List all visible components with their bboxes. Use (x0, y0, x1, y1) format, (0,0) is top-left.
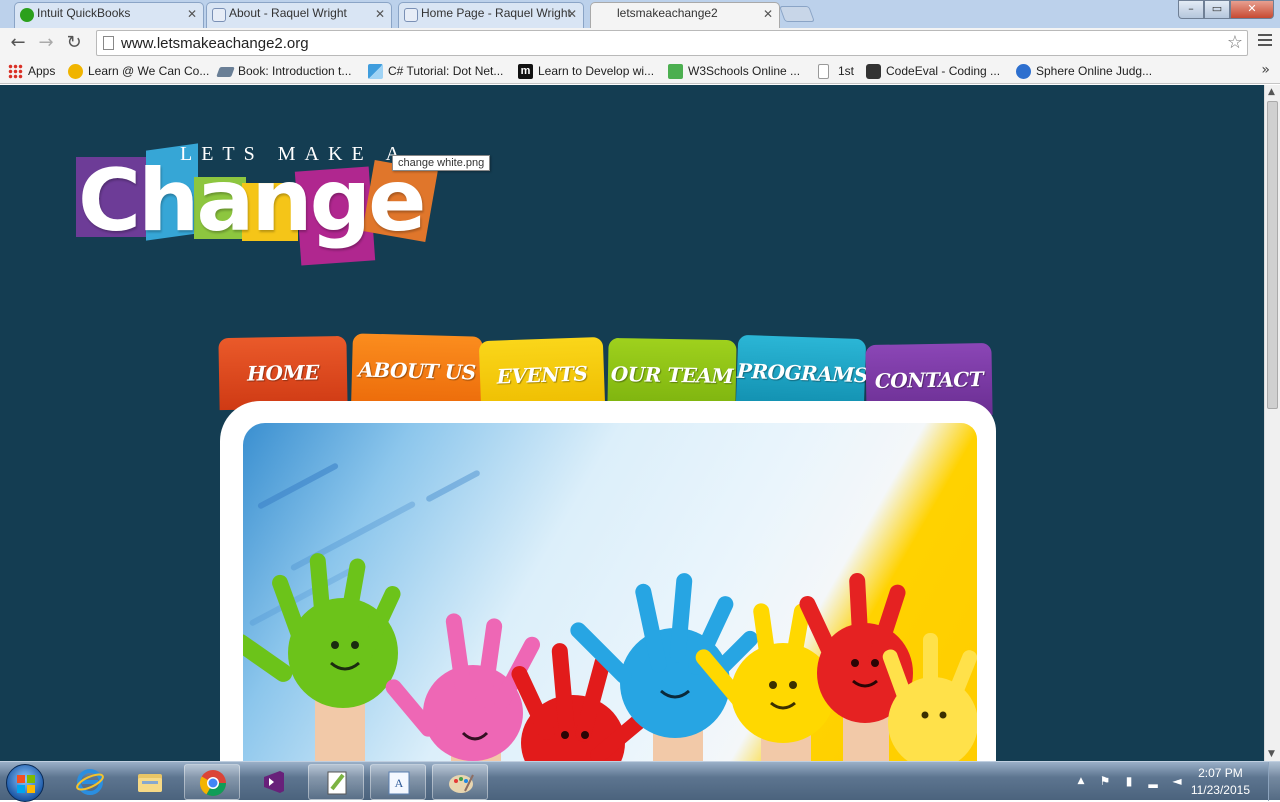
url-text[interactable]: www.letsmakeachange2.org (121, 35, 309, 52)
bookmark-csharp[interactable]: C# Tutorial: Dot Net... (368, 62, 503, 80)
scroll-thumb[interactable] (1267, 101, 1278, 409)
page-icon (103, 36, 114, 50)
bookmarks-bar: Apps Learn @ We Can Co... Book: Introduc… (0, 58, 1280, 84)
taskbar-notepad-plus[interactable] (308, 764, 364, 800)
windows-logo-icon (17, 775, 35, 793)
taskbar-file-explorer[interactable] (122, 764, 178, 800)
paint-icon (449, 774, 474, 793)
taskbar-chrome[interactable] (184, 764, 240, 800)
chrome-icon (199, 770, 227, 797)
banner-image (243, 423, 977, 761)
close-window-button[interactable]: ✕ (1230, 0, 1274, 19)
nav-about-us[interactable]: ABOUT US (351, 333, 483, 409)
bookmark-star-icon[interactable]: ☆ (1227, 32, 1243, 53)
close-tab-icon[interactable]: ✕ (375, 7, 385, 21)
reload-icon[interactable]: ↻ (62, 31, 86, 55)
nav-label: EVENTS (496, 361, 588, 389)
bookmark-w3schools[interactable]: W3Schools Online ... (668, 62, 800, 80)
taskbar-internet-explorer[interactable] (62, 764, 118, 800)
tab-title: About - Raquel Wright (229, 6, 347, 20)
tab-letsmakeachange2[interactable]: letsmakeachange2 ✕ (590, 2, 780, 29)
bookmark-learn-develop[interactable]: m Learn to Develop wi... (518, 62, 654, 80)
power-icon[interactable]: ▮ (1122, 774, 1136, 788)
bookmark-codeeval[interactable]: CodeEval - Coding ... (866, 62, 1000, 80)
nav-label: ABOUT US (358, 357, 476, 385)
action-center-flag-icon[interactable]: ⚑ (1098, 774, 1112, 788)
page-viewport: LETS MAKE A Change change white.png HOME… (0, 85, 1264, 761)
nav-label: HOME (246, 360, 320, 386)
forward-arrow-icon[interactable]: → (34, 31, 58, 55)
w3schools-icon (668, 64, 683, 79)
sphere-icon (1016, 64, 1031, 79)
taskbar-paint[interactable] (432, 764, 488, 800)
windows-taskbar: A ▲ ⚑ ▮ ▂ ◄ 2:07 PM 11/23/2015 (0, 761, 1280, 802)
notepad-plus-icon (327, 771, 347, 795)
bookmarks-more-button[interactable]: » (1261, 62, 1270, 78)
tab-quickbooks[interactable]: Intuit QuickBooks ✕ (14, 2, 204, 28)
bookmark-sphere[interactable]: Sphere Online Judg... (1016, 62, 1152, 80)
visual-studio-icon (264, 771, 284, 793)
bookmark-we-can-code[interactable]: Learn @ We Can Co... (68, 62, 209, 80)
book-icon (216, 67, 235, 77)
profile-name-area[interactable] (950, 4, 1060, 18)
browser-toolbar: ← → ↻ www.letsmakeachange2.org ☆ (0, 28, 1280, 58)
image-tooltip: change white.png (392, 155, 491, 171)
nav-label: OUR TEAM (610, 361, 734, 389)
apps-grid-icon (8, 64, 23, 79)
clock[interactable]: 2:07 PM 11/23/2015 (1191, 765, 1250, 799)
page-scrollbar[interactable]: ▲ ▼ (1264, 85, 1280, 761)
system-tray: ▲ ⚑ ▮ ▂ ◄ 2:07 PM 11/23/2015 (1060, 762, 1280, 801)
show-hidden-icons-icon[interactable]: ▲ (1074, 774, 1088, 788)
tab-title: Home Page - Raquel Wright (421, 6, 571, 20)
nav-home[interactable]: HOME (218, 335, 348, 411)
bookmark-book[interactable]: Book: Introduction t... (216, 62, 351, 80)
codeeval-icon (866, 64, 881, 79)
scroll-down-arrow-icon[interactable]: ▼ (1268, 749, 1275, 759)
we-can-code-icon (68, 64, 83, 79)
nav-label: CONTACT (874, 367, 984, 393)
new-tab-button[interactable] (779, 6, 815, 22)
close-tab-icon[interactable]: ✕ (763, 7, 773, 21)
back-arrow-icon[interactable]: ← (6, 31, 30, 55)
green-hand (243, 553, 401, 761)
tab-home-page[interactable]: Home Page - Raquel Wright ✕ (398, 2, 584, 28)
close-tab-icon[interactable]: ✕ (187, 7, 197, 21)
address-bar[interactable]: www.letsmakeachange2.org ☆ (96, 30, 1248, 56)
close-tab-icon[interactable]: ✕ (567, 7, 577, 21)
minimize-button[interactable]: – (1178, 0, 1204, 19)
tab-strip: Intuit QuickBooks ✕ About - Raquel Wrigh… (0, 0, 1280, 29)
window-controls: – ▭ ✕ (1178, 0, 1274, 19)
clock-date: 11/23/2015 (1190, 783, 1250, 797)
wordpad-icon: A (388, 771, 410, 795)
file-explorer-icon (138, 774, 162, 792)
taskbar-visual-studio[interactable] (246, 764, 302, 800)
tab-about[interactable]: About - Raquel Wright ✕ (206, 2, 392, 28)
page-icon (212, 8, 226, 22)
page-icon (818, 64, 829, 79)
dotnet-icon (368, 64, 383, 79)
network-icon[interactable]: ▂ (1146, 774, 1160, 788)
painted-hands-illustration (243, 553, 977, 761)
taskbar-wordpad[interactable]: A (370, 764, 426, 800)
site-logo[interactable]: LETS MAKE A Change (76, 135, 442, 275)
logo-wordmark: Change (78, 151, 426, 251)
tab-title: Intuit QuickBooks (37, 6, 131, 20)
nav-label: PROGRAMS (736, 358, 869, 388)
show-desktop-button[interactable] (1268, 762, 1280, 801)
maximize-button[interactable]: ▭ (1204, 0, 1230, 19)
volume-icon[interactable]: ◄ (1170, 774, 1184, 788)
tab-title: letsmakeachange2 (617, 6, 718, 20)
clock-time: 2:07 PM (1198, 766, 1243, 780)
start-button[interactable] (6, 764, 44, 802)
chrome-menu-icon[interactable] (1258, 34, 1272, 50)
quickbooks-icon (20, 8, 34, 22)
m-icon: m (518, 64, 533, 79)
internet-explorer-icon (76, 769, 104, 795)
page-icon (404, 8, 418, 22)
scroll-up-arrow-icon[interactable]: ▲ (1268, 87, 1275, 97)
nav-programs[interactable]: PROGRAMS (735, 334, 869, 412)
bookmark-apps[interactable]: Apps (8, 62, 55, 80)
svg-text:A: A (395, 776, 404, 790)
bookmark-1st[interactable]: 1st (818, 62, 854, 80)
